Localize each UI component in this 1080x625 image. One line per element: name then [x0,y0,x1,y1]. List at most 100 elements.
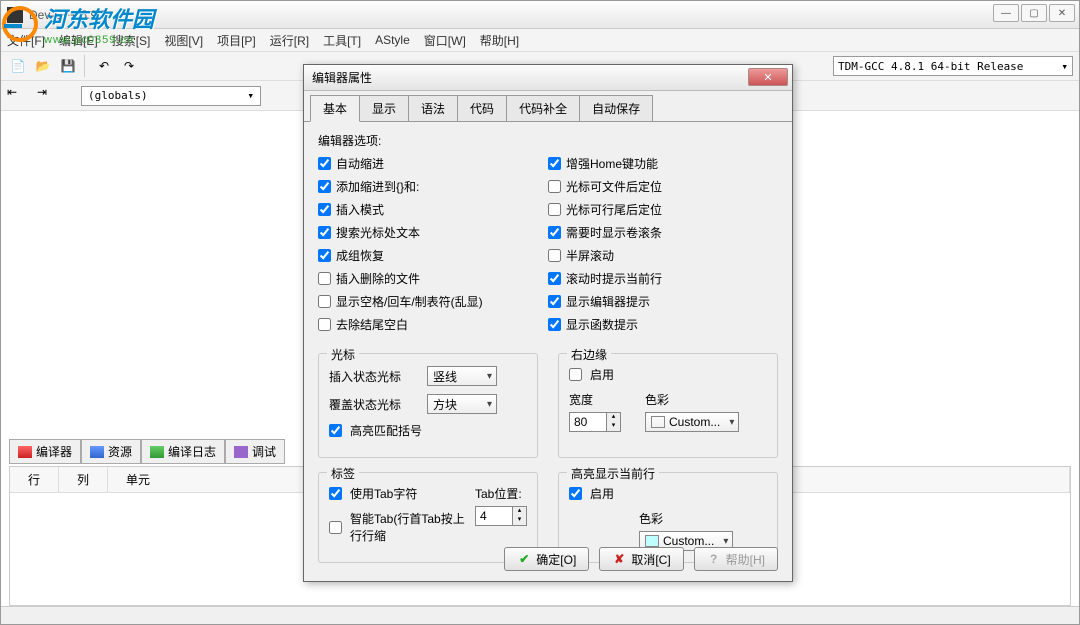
bottom-tabstrip: 编译器 资源 编译日志 调试 搜索结果 [9,439,285,464]
option-checkbox[interactable] [548,157,561,170]
menu-window[interactable]: 窗口[W] [424,32,466,49]
toolbar-icon[interactable]: ⇤ [7,85,29,107]
option-checkbox-row: 插入模式 [318,201,548,218]
margin-group-title: 右边缘 [567,346,611,363]
tab-display[interactable]: 显示 [359,95,409,121]
toolbar-icon[interactable]: ⇥ [37,85,59,107]
smart-tab-checkbox[interactable] [329,521,342,534]
insert-cursor-combo[interactable]: 竖线 [427,366,497,386]
menu-run[interactable]: 运行[R] [270,32,309,49]
option-checkbox[interactable] [548,226,561,239]
option-label: 插入模式 [336,201,384,218]
tab-compiler[interactable]: 编译器 [9,439,81,464]
option-checkbox[interactable] [318,272,331,285]
option-checkbox[interactable] [318,318,331,331]
tab-pos-label: Tab位置: [475,485,527,502]
highlight-brackets-checkbox[interactable] [329,424,342,437]
dialog-close-button[interactable]: ✕ [748,68,788,86]
spin-down-icon[interactable]: ▾ [606,422,620,431]
new-file-icon[interactable]: 📄 [7,55,29,77]
option-label: 滚动时提示当前行 [566,270,662,287]
tab-autosave[interactable]: 自动保存 [579,95,653,121]
margin-enable-checkbox[interactable] [569,368,582,381]
editor-properties-dialog: 编辑器属性 ✕ 基本 显示 语法 代码 代码补全 自动保存 编辑器选项: 自动缩… [303,64,793,582]
tab-code[interactable]: 代码 [457,95,507,121]
maximize-button[interactable]: ▢ [1021,4,1047,22]
insert-cursor-label: 插入状态光标 [329,368,419,385]
tab-completion[interactable]: 代码补全 [506,95,580,121]
cancel-button[interactable]: ✘取消[C] [599,547,683,571]
spin-up-icon[interactable]: ▴ [606,413,620,422]
margin-color-combo[interactable]: Custom... [645,412,739,432]
tab-pos-input[interactable] [476,507,512,525]
option-checkbox[interactable] [548,203,561,216]
close-button[interactable]: ✕ [1049,4,1075,22]
menu-project[interactable]: 项目[P] [217,32,256,49]
globals-selector[interactable]: (globals)▾ [81,86,261,106]
app-icon [7,7,23,23]
option-checkbox[interactable] [318,203,331,216]
option-checkbox[interactable] [548,249,561,262]
option-checkbox[interactable] [548,272,561,285]
color-swatch [645,535,659,547]
option-checkbox[interactable] [548,180,561,193]
spin-up-icon[interactable]: ▴ [512,507,526,516]
ok-button[interactable]: ✔确定[O] [504,547,589,571]
margin-color-label: 色彩 [645,391,739,408]
cursor-group-title: 光标 [327,346,359,363]
redo-icon[interactable]: ↷ [118,55,140,77]
dialog-titlebar: 编辑器属性 ✕ [304,65,792,91]
highlight-enable-checkbox[interactable] [569,487,582,500]
option-checkbox-row: 自动缩进 [318,155,548,172]
option-checkbox-row: 插入删除的文件 [318,270,548,287]
option-checkbox[interactable] [318,249,331,262]
col-col: 列 [59,467,108,492]
cursor-group: 光标 插入状态光标 竖线 覆盖状态光标 方块 高亮匹配括号 [318,353,538,458]
option-label: 光标可行尾后定位 [566,201,662,218]
option-label: 光标可文件后定位 [566,178,662,195]
menu-astyle[interactable]: AStyle [375,33,410,47]
option-checkbox-row: 显示函数提示 [548,316,778,333]
open-icon[interactable]: 📂 [32,55,54,77]
menubar: 文件[F] 编辑[E] 搜索[S] 视图[V] 项目[P] 运行[R] 工具[T… [1,29,1079,51]
minimize-button[interactable]: — [993,4,1019,22]
option-checkbox[interactable] [318,295,331,308]
option-checkbox[interactable] [548,295,561,308]
tab-compile-log[interactable]: 编译日志 [141,439,225,464]
option-checkbox[interactable] [318,226,331,239]
tab-resources[interactable]: 资源 [81,439,141,464]
overwrite-cursor-combo[interactable]: 方块 [427,394,497,414]
option-label: 增强Home键功能 [566,155,658,172]
tab-pos-spinner[interactable]: ▴▾ [475,506,527,526]
menu-search[interactable]: 搜索[S] [112,32,151,49]
help-button[interactable]: ?帮助[H] [694,547,778,571]
margin-width-input[interactable] [570,413,606,431]
spin-down-icon[interactable]: ▾ [512,516,526,525]
margin-width-spinner[interactable]: ▴▾ [569,412,621,432]
option-checkbox-row: 成组恢复 [318,247,548,264]
option-label: 显示函数提示 [566,316,638,333]
option-checkbox-row: 滚动时提示当前行 [548,270,778,287]
menu-view[interactable]: 视图[V] [164,32,203,49]
option-checkbox[interactable] [318,157,331,170]
undo-icon[interactable]: ↶ [93,55,115,77]
tab-basic[interactable]: 基本 [310,95,360,122]
menu-tools[interactable]: 工具[T] [323,32,361,49]
option-label: 插入删除的文件 [336,270,420,287]
save-icon[interactable]: 💾 [57,55,79,77]
question-icon: ? [707,552,721,566]
option-checkbox-row: 光标可行尾后定位 [548,201,778,218]
editor-options-label: 编辑器选项: [318,132,778,149]
menu-edit[interactable]: 编辑[E] [59,32,98,49]
option-checkbox-row: 增强Home键功能 [548,155,778,172]
compiler-selector[interactable]: TDM-GCC 4.8.1 64-bit Release▾ [833,56,1073,76]
tab-syntax[interactable]: 语法 [408,95,458,121]
menu-help[interactable]: 帮助[H] [480,32,519,49]
option-checkbox-row: 需要时显示卷滚条 [548,224,778,241]
menu-file[interactable]: 文件[F] [7,32,45,49]
option-checkbox[interactable] [318,180,331,193]
margin-width-label: 宽度 [569,391,621,408]
option-checkbox[interactable] [548,318,561,331]
use-tab-checkbox[interactable] [329,487,342,500]
tab-debug[interactable]: 调试 [225,439,285,464]
